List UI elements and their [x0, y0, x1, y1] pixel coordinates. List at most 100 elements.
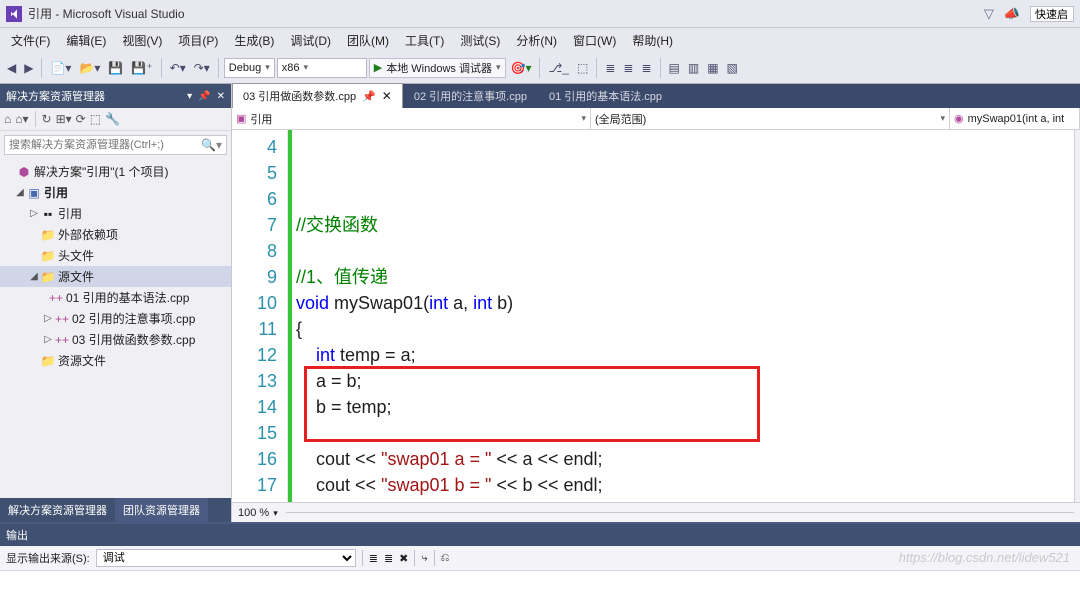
tool-icon-4[interactable]: ≣: [620, 59, 636, 77]
new-file-icon[interactable]: 📄▾: [47, 59, 74, 77]
title-right-controls: ▽ 📣: [984, 6, 1074, 22]
tool-icon-8[interactable]: ▦: [704, 59, 721, 77]
editor-statusbar: 100 %▾: [232, 502, 1080, 522]
menu-2[interactable]: 视图(V): [115, 29, 169, 52]
out-icon-3[interactable]: ✖: [399, 552, 408, 565]
code-line[interactable]: b = temp;: [296, 394, 1066, 420]
solution-explorer: 解决方案资源管理器 ▾ 📌 ✕ ⌂ ⌂▾ ↻ ⊞▾ ⟳ ⬚ 🔧 🔍▾ ⬢解决方案…: [0, 84, 232, 522]
nav-scope-dropdown[interactable]: ▣引用▾: [232, 108, 591, 129]
menu-1[interactable]: 编辑(E): [59, 29, 113, 52]
tool-icon-6[interactable]: ▤: [666, 59, 683, 77]
line-gutter: 45678910111213141516171819: [232, 130, 288, 502]
tree-resources[interactable]: 📁资源文件: [0, 350, 231, 371]
tool-icon-3[interactable]: ≣: [602, 59, 618, 77]
tool-icon-1[interactable]: ⎇_: [545, 59, 572, 77]
dropdown-icon[interactable]: ▾: [187, 91, 192, 102]
close-icon[interactable]: ✕: [217, 91, 225, 102]
code-line[interactable]: cout << "swap01 b = " << b << endl;: [296, 472, 1066, 498]
solution-search-input[interactable]: [9, 139, 201, 151]
menu-0[interactable]: 文件(F): [4, 29, 57, 52]
start-debug-button[interactable]: ▶本地 Windows 调试器 ▾: [369, 58, 506, 78]
code-line[interactable]: //1、值传递: [296, 264, 1066, 290]
undo-icon[interactable]: ↶▾: [167, 59, 189, 77]
search-icon[interactable]: 🔍▾: [201, 138, 222, 152]
code-line[interactable]: [296, 420, 1066, 446]
menu-6[interactable]: 团队(M): [340, 29, 396, 52]
tool-icon-7[interactable]: ▥: [685, 59, 702, 77]
title-bar: 引用 - Microsoft Visual Studio ▽ 📣: [0, 0, 1080, 28]
code-line[interactable]: //交换函数: [296, 212, 1066, 238]
save-all-icon[interactable]: 💾⁺: [128, 59, 155, 77]
solution-search[interactable]: 🔍▾: [4, 135, 227, 155]
pin-icon[interactable]: 📌: [198, 91, 210, 102]
zoom-dropdown[interactable]: 100 %▾: [238, 507, 278, 519]
home-icon[interactable]: ⌂: [4, 112, 11, 126]
tree-refs[interactable]: ▷▪▪引用: [0, 203, 231, 224]
sync-icon[interactable]: ↻: [42, 112, 52, 126]
code-line[interactable]: cout << "swap01 a = " << a << endl;: [296, 446, 1066, 472]
tree-sources[interactable]: ◢📁源文件: [0, 266, 231, 287]
tab-team-explorer[interactable]: 团队资源管理器: [115, 498, 208, 522]
tree-headers[interactable]: 📁头文件: [0, 245, 231, 266]
menu-7[interactable]: 工具(T): [398, 29, 451, 52]
out-icon-4[interactable]: ⤷: [421, 552, 427, 565]
code-line[interactable]: [296, 238, 1066, 264]
nav-global-dropdown[interactable]: (全局范围)▾: [591, 108, 950, 129]
scrollbar-track[interactable]: [1074, 130, 1080, 502]
code-editor[interactable]: 45678910111213141516171819 //交换函数 //1、值传…: [232, 130, 1080, 502]
tree-file-1[interactable]: ▷++02 引用的注意事项.cpp: [0, 308, 231, 329]
tool-icon-2[interactable]: ⬚: [574, 59, 591, 77]
main-toolbar: ◀ ▶ 📄▾ 📂▾ 💾 💾⁺ ↶▾ ↷▾ Debug▾ x86▾ ▶本地 Win…: [0, 52, 1080, 84]
quick-launch-input[interactable]: [1030, 6, 1074, 22]
out-icon-5[interactable]: ⎌: [441, 552, 450, 565]
menu-9[interactable]: 分析(N): [509, 29, 564, 52]
nav-member-dropdown[interactable]: ◉mySwap01(int a, int: [950, 108, 1080, 129]
redo-icon[interactable]: ↷▾: [191, 59, 213, 77]
code-content[interactable]: //交换函数 //1、值传递void mySwap01(int a, int b…: [288, 130, 1074, 502]
scope-icon[interactable]: ⊞▾: [56, 112, 72, 126]
tree-solution[interactable]: ⬢解决方案"引用"(1 个项目): [0, 161, 231, 182]
tree-file-2[interactable]: ▷++03 引用做函数参数.cpp: [0, 329, 231, 350]
tab-solution-explorer[interactable]: 解决方案资源管理器: [0, 498, 115, 522]
sidebar-bottom-tabs: 解决方案资源管理器 团队资源管理器: [0, 498, 231, 522]
open-icon[interactable]: 📂▾: [76, 59, 103, 77]
window-title: 引用 - Microsoft Visual Studio: [28, 5, 185, 22]
file-tab-3[interactable]: 01 引用的基本语法.cpp: [538, 83, 673, 108]
tool-icon-5[interactable]: ≣: [638, 59, 654, 77]
output-source-dropdown[interactable]: 调试: [96, 549, 356, 567]
save-icon[interactable]: 💾: [105, 59, 126, 77]
tool-icon-9[interactable]: ▧: [724, 59, 741, 77]
code-line[interactable]: {: [296, 316, 1066, 342]
refresh-icon[interactable]: ⟳: [76, 112, 86, 126]
file-tab-active[interactable]: 03 引用做函数参数.cpp📌✕: [232, 83, 403, 108]
out-icon-2[interactable]: ≣: [384, 552, 393, 565]
home-dd-icon[interactable]: ⌂▾: [15, 112, 28, 126]
forward-icon[interactable]: ▶: [21, 59, 36, 77]
out-icon-1[interactable]: ≣: [369, 552, 378, 565]
menu-8[interactable]: 测试(S): [453, 29, 507, 52]
tree-file-0[interactable]: ++01 引用的基本语法.cpp: [0, 287, 231, 308]
file-tab-2[interactable]: 02 引用的注意事项.cpp: [403, 83, 538, 108]
code-line[interactable]: int temp = a;: [296, 342, 1066, 368]
code-line[interactable]: }: [296, 498, 1066, 502]
menu-bar: 文件(F)编辑(E)视图(V)项目(P)生成(B)调试(D)团队(M)工具(T)…: [0, 28, 1080, 52]
tree-project[interactable]: ◢▣引用: [0, 182, 231, 203]
code-line[interactable]: a = b;: [296, 368, 1066, 394]
tree-external[interactable]: 📁外部依赖项: [0, 224, 231, 245]
menu-3[interactable]: 项目(P): [171, 29, 225, 52]
menu-11[interactable]: 帮助(H): [625, 29, 680, 52]
pin-icon[interactable]: 📌: [362, 90, 376, 103]
showall-icon[interactable]: ⬚: [90, 112, 101, 126]
code-line[interactable]: void mySwap01(int a, int b): [296, 290, 1066, 316]
menu-10[interactable]: 窗口(W): [566, 29, 623, 52]
config-dropdown[interactable]: Debug▾: [224, 58, 275, 78]
feedback-icon[interactable]: 📣: [1004, 6, 1020, 22]
platform-dropdown[interactable]: x86▾: [277, 58, 367, 78]
notify-icon[interactable]: ▽: [984, 6, 994, 22]
menu-4[interactable]: 生成(B): [227, 29, 281, 52]
back-icon[interactable]: ◀: [4, 59, 19, 77]
properties-icon[interactable]: 🔧: [105, 112, 120, 126]
close-icon[interactable]: ✕: [382, 89, 392, 103]
attach-icon[interactable]: 🎯▾: [508, 59, 535, 77]
menu-5[interactable]: 调试(D): [283, 29, 338, 52]
